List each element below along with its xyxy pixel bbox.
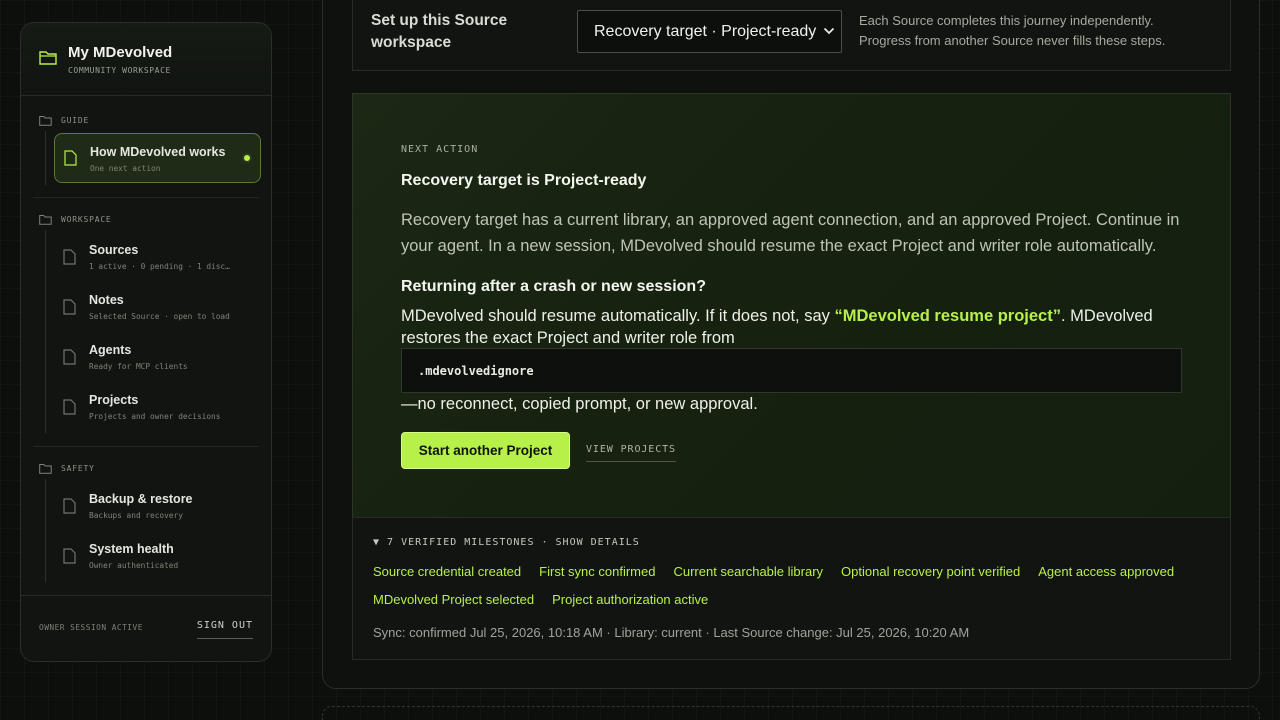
- sidebar-item-backup-restore[interactable]: Backup & restore Backups and recovery: [54, 481, 261, 531]
- source-select-value: Recovery target · Project-ready: [594, 23, 817, 40]
- eyebrow-label: NEXT ACTION: [401, 144, 479, 155]
- crash-recovery-tail: —no reconnect, copied prompt, or new app…: [401, 395, 758, 413]
- tree-line: [45, 230, 46, 433]
- sidebar-item-how-it-works[interactable]: How MDevolved works One next action: [54, 133, 261, 183]
- sidebar-footer: OWNER SESSION ACTIVE SIGN OUT: [21, 595, 271, 661]
- sidebar-item-label: Sources: [89, 243, 139, 257]
- next-card: [322, 706, 1260, 720]
- sync-status: Sync: confirmed Jul 25, 2026, 10:18 AM ·…: [373, 625, 970, 640]
- milestone-item: Current searchable library: [673, 564, 824, 579]
- next-action-title: Recovery target is Project-ready: [401, 172, 647, 189]
- view-projects-link[interactable]: VIEW PROJECTS: [586, 444, 676, 462]
- sidebar-item-label: Agents: [89, 343, 132, 357]
- milestone-item: Source credential created: [373, 564, 522, 579]
- sidebar-item-system-health[interactable]: System health Owner authenticated: [54, 531, 261, 581]
- brand-title: My MDevolved: [68, 44, 173, 61]
- document-icon: [63, 299, 76, 315]
- folder-icon: [39, 464, 52, 474]
- next-action-body: Recovery target has a current library, a…: [401, 211, 1180, 255]
- document-icon: [63, 249, 76, 265]
- source-select[interactable]: Recovery target · Project-ready: [577, 10, 842, 53]
- setup-note: Each Source completes this journey indep…: [859, 13, 1166, 48]
- sidebar-item-label: Projects: [89, 393, 139, 407]
- sidebar-item-projects[interactable]: Projects Projects and owner decisions: [54, 382, 261, 432]
- document-icon: [63, 498, 76, 514]
- next-action-panel: NEXT ACTION Recovery target is Project-r…: [352, 93, 1231, 518]
- sidebar-item-sources[interactable]: Sources 1 active · 0 pending · 1 disc…: [54, 232, 261, 282]
- milestone-item: Agent access approved: [1038, 564, 1175, 579]
- start-another-project-button[interactable]: Start another Project: [401, 432, 570, 469]
- crash-recovery-body: MDevolved should resume automatically. I…: [401, 305, 1191, 349]
- folder-icon: [39, 215, 52, 225]
- sidebar-item-sublabel: Ready for MCP clients: [89, 362, 188, 371]
- crash-body-text: MDevolved should resume automatically. I…: [401, 307, 835, 325]
- milestone-row: MDevolved Project selected Project autho…: [373, 592, 708, 607]
- sidebar-item-label: Backup & restore: [89, 492, 193, 506]
- setup-bar: Set up this Source workspace Recovery ta…: [352, 0, 1231, 71]
- milestone-row: Source credential created First sync con…: [373, 564, 1174, 579]
- sidebar-item-sublabel: Owner authenticated: [89, 561, 179, 570]
- sidebar-item-sublabel: Selected Source · open to load: [89, 312, 230, 321]
- active-indicator-dot: [242, 153, 252, 163]
- sidebar-item-sublabel: Projects and owner decisions: [89, 412, 221, 421]
- code-text: .mdevolvedignore: [418, 364, 534, 378]
- milestones-toggle[interactable]: ▼ 7 VERIFIED MILESTONES · SHOW DETAILS: [373, 537, 640, 548]
- sidebar-item-sublabel: Backups and recovery: [89, 511, 183, 520]
- divider: [33, 446, 259, 447]
- divider: [33, 197, 259, 198]
- resume-phrase: “MDevolved resume project”: [834, 307, 1061, 325]
- section-label-workspace: WORKSPACE: [61, 215, 112, 224]
- crash-recovery-title: Returning after a crash or new session?: [401, 278, 706, 295]
- milestones-panel: ▼ 7 VERIFIED MILESTONES · SHOW DETAILS S…: [352, 517, 1231, 660]
- tree-line: [45, 131, 46, 185]
- document-icon: [63, 399, 76, 415]
- milestone-item: MDevolved Project selected: [373, 592, 535, 607]
- sidebar: My MDevolved COMMUNITY WORKSPACE GUIDE H…: [20, 22, 272, 662]
- sidebar-item-sublabel: One next action: [90, 164, 161, 173]
- milestone-item: Project authorization active: [552, 592, 709, 607]
- sidebar-item-label: How MDevolved works: [90, 145, 226, 159]
- section-label-safety: SAFETY: [61, 464, 95, 473]
- sidebar-item-sublabel: 1 active · 0 pending · 1 disc…: [89, 262, 230, 271]
- folder-icon: [39, 116, 52, 126]
- code-block: .mdevolvedignore: [401, 348, 1182, 393]
- document-icon: [63, 548, 76, 564]
- sidebar-item-agents[interactable]: Agents Ready for MCP clients: [54, 332, 261, 382]
- brand-header: My MDevolved COMMUNITY WORKSPACE: [21, 23, 271, 96]
- setup-title: Set up this Source workspace: [371, 12, 508, 51]
- milestone-item: First sync confirmed: [539, 564, 656, 579]
- folder-icon: [39, 51, 57, 65]
- document-icon: [63, 349, 76, 365]
- sidebar-item-label: System health: [89, 542, 174, 556]
- chevron-down-icon: [823, 27, 835, 35]
- sign-out-button[interactable]: SIGN OUT: [196, 620, 253, 639]
- sidebar-item-label: Notes: [89, 293, 124, 307]
- session-status: OWNER SESSION ACTIVE: [39, 623, 143, 632]
- milestone-item: Optional recovery point verified: [841, 564, 1021, 579]
- section-label-guide: GUIDE: [61, 116, 90, 125]
- tree-line: [45, 479, 46, 582]
- brand-subtitle: COMMUNITY WORKSPACE: [68, 66, 171, 75]
- document-icon: [64, 150, 77, 166]
- sidebar-item-notes[interactable]: Notes Selected Source · open to load: [54, 282, 261, 332]
